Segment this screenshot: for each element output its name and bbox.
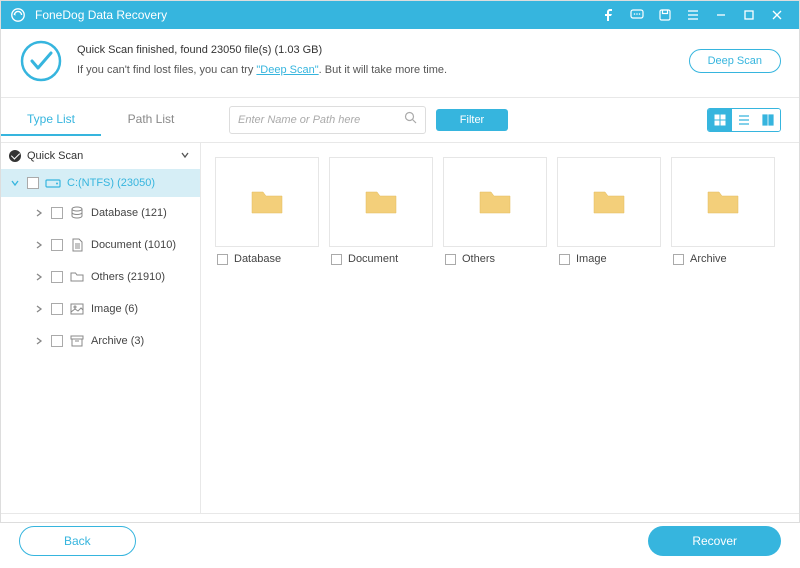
titlebar: FoneDog Data Recovery <box>1 1 799 29</box>
tile-label: Document <box>348 253 398 265</box>
chevron-right-icon[interactable] <box>33 271 45 283</box>
document-icon <box>69 237 85 253</box>
checkbox[interactable] <box>27 177 39 189</box>
folder-tile-archive[interactable]: Archive <box>671 157 775 265</box>
folder-icon <box>557 157 661 247</box>
checkbox[interactable] <box>445 254 456 265</box>
view-mode-group <box>707 108 781 132</box>
chevron-right-icon[interactable] <box>33 303 45 315</box>
facebook-icon[interactable] <box>595 1 623 29</box>
image-icon <box>69 301 85 317</box>
tree-item-others[interactable]: Others (21910) <box>1 261 200 293</box>
tree-item-database[interactable]: Database (121) <box>1 197 200 229</box>
scan-status-banner: Quick Scan finished, found 23050 file(s)… <box>1 29 799 98</box>
folder-icon <box>671 157 775 247</box>
chevron-right-icon[interactable] <box>33 207 45 219</box>
folder-grid: Database Document Others Image Archive <box>201 143 799 513</box>
scan-message: Quick Scan finished, found 23050 file(s)… <box>77 42 689 79</box>
main-area: Quick Scan C:(NTFS) (23050) Database (12… <box>1 143 799 513</box>
view-grid-icon[interactable] <box>708 109 732 131</box>
filter-button[interactable]: Filter <box>436 109 508 131</box>
checkbox[interactable] <box>51 335 63 347</box>
deep-scan-button[interactable]: Deep Scan <box>689 49 781 73</box>
search-input[interactable] <box>238 114 404 126</box>
folder-tile-document[interactable]: Document <box>329 157 433 265</box>
search-box[interactable] <box>229 106 426 134</box>
tree-root-label: Quick Scan <box>27 150 174 162</box>
chevron-down-icon[interactable] <box>180 149 192 163</box>
checkbox[interactable] <box>51 239 63 251</box>
tree-item-label: Others (21910) <box>91 271 192 283</box>
folder-icon <box>329 157 433 247</box>
scan-summary-text: Quick Scan finished, found 23050 file(s)… <box>77 42 689 60</box>
tree-item-label: Image (6) <box>91 303 192 315</box>
sidebar-tree: Quick Scan C:(NTFS) (23050) Database (12… <box>1 143 201 513</box>
minimize-icon[interactable] <box>707 1 735 29</box>
maximize-icon[interactable] <box>735 1 763 29</box>
checkbox[interactable] <box>673 254 684 265</box>
folder-tile-others[interactable]: Others <box>443 157 547 265</box>
archive-icon <box>69 333 85 349</box>
folder-icon <box>443 157 547 247</box>
chevron-right-icon[interactable] <box>33 335 45 347</box>
checkbox[interactable] <box>51 271 63 283</box>
search-icon[interactable] <box>404 111 417 129</box>
close-icon[interactable] <box>763 1 791 29</box>
tree-item-archive[interactable]: Archive (3) <box>1 325 200 357</box>
deep-scan-link[interactable]: "Deep Scan" <box>256 64 318 76</box>
folder-tile-image[interactable]: Image <box>557 157 661 265</box>
back-button[interactable]: Back <box>19 526 136 556</box>
drive-icon <box>45 175 61 191</box>
tile-label: Others <box>462 253 495 265</box>
app-title: FoneDog Data Recovery <box>35 8 595 22</box>
view-detail-icon[interactable] <box>756 109 780 131</box>
database-icon <box>69 205 85 221</box>
tree-children: Database (121) Document (1010) Others (2… <box>1 197 200 357</box>
recover-button[interactable]: Recover <box>648 526 781 556</box>
tile-label: Archive <box>690 253 727 265</box>
deep-scan-hint: If you can't find lost files, you can tr… <box>77 62 689 80</box>
tree-item-image[interactable]: Image (6) <box>1 293 200 325</box>
tree-root-quickscan[interactable]: Quick Scan <box>1 143 200 169</box>
feedback-icon[interactable] <box>623 1 651 29</box>
tree-item-label: Database (121) <box>91 207 192 219</box>
tab-path-list[interactable]: Path List <box>101 104 201 136</box>
checkbox[interactable] <box>331 254 342 265</box>
save-icon[interactable] <box>651 1 679 29</box>
folder-icon <box>69 269 85 285</box>
chevron-right-icon[interactable] <box>33 239 45 251</box>
checkbox[interactable] <box>51 303 63 315</box>
tree-drive-c[interactable]: C:(NTFS) (23050) <box>1 169 200 197</box>
folder-icon <box>215 157 319 247</box>
view-list-icon[interactable] <box>732 109 756 131</box>
tab-type-list[interactable]: Type List <box>1 104 101 136</box>
list-tabs: Type List Path List <box>1 104 201 136</box>
app-logo-icon <box>9 6 27 24</box>
checkmark-circle-icon <box>19 39 63 83</box>
footer: Back Recover <box>1 513 799 568</box>
tree-item-label: Archive (3) <box>91 335 192 347</box>
tile-label: Image <box>576 253 607 265</box>
tree-drive-label: C:(NTFS) (23050) <box>67 177 192 189</box>
checkbox[interactable] <box>217 254 228 265</box>
folder-tile-database[interactable]: Database <box>215 157 319 265</box>
checkbox[interactable] <box>51 207 63 219</box>
checkbox[interactable] <box>559 254 570 265</box>
tile-label: Database <box>234 253 281 265</box>
menu-icon[interactable] <box>679 1 707 29</box>
check-dot-icon <box>9 150 21 162</box>
tree-item-label: Document (1010) <box>91 239 192 251</box>
toolbar: Type List Path List Filter <box>1 98 799 143</box>
tree-item-document[interactable]: Document (1010) <box>1 229 200 261</box>
chevron-down-icon[interactable] <box>9 177 21 189</box>
